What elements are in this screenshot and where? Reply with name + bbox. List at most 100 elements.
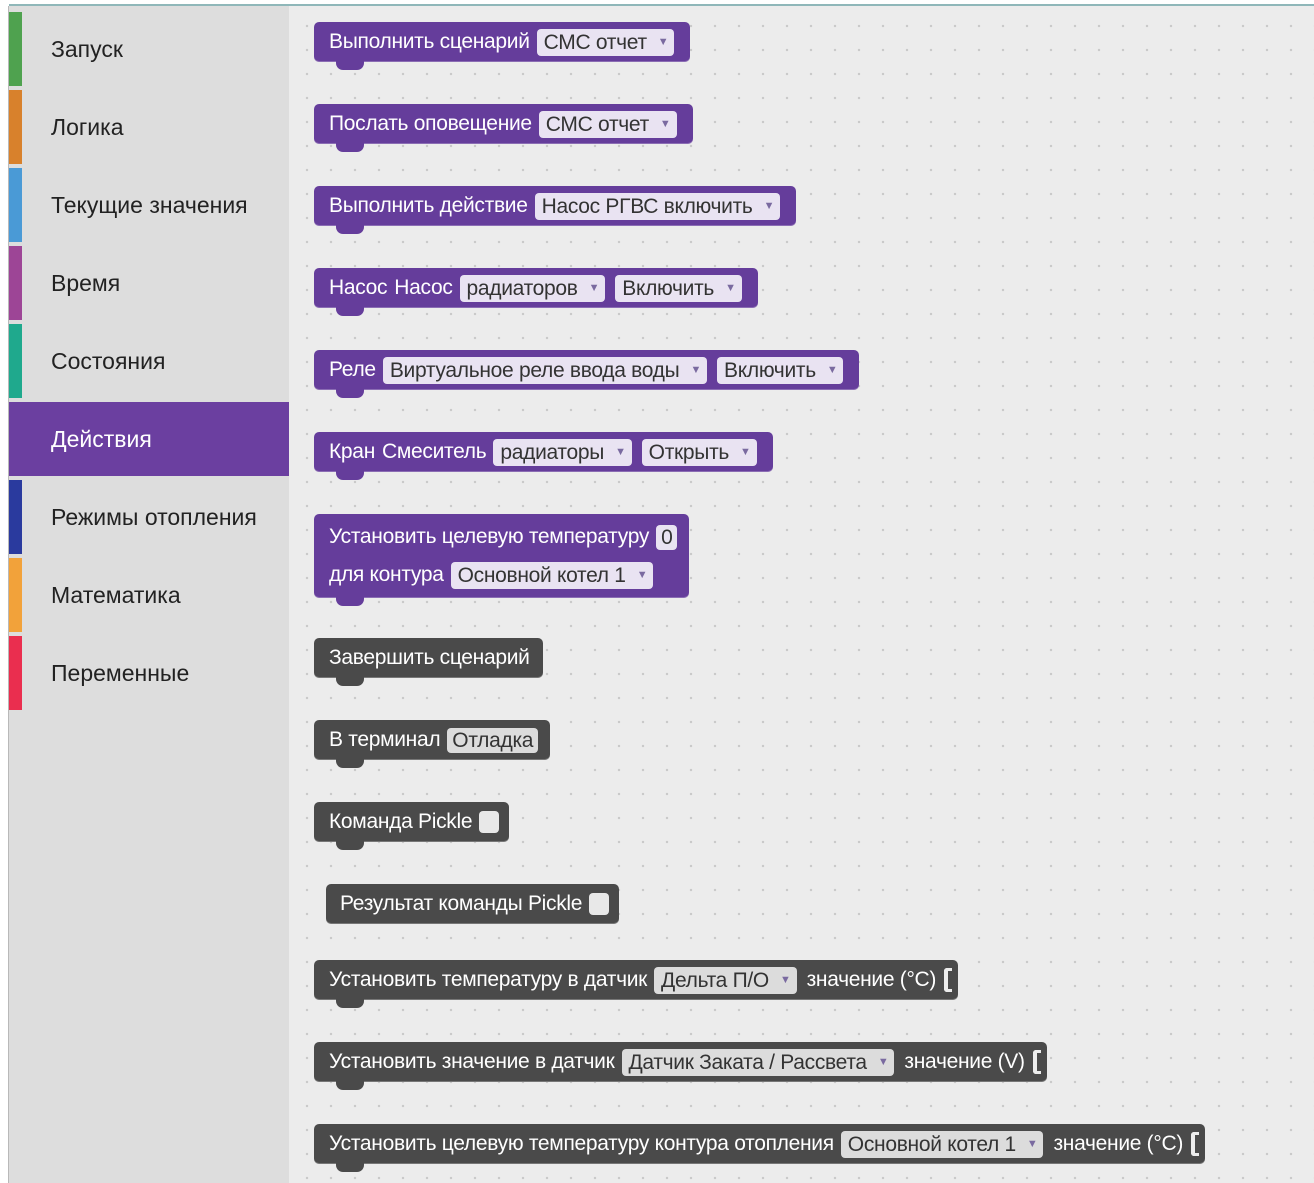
category-states[interactable]: Состояния <box>9 324 289 398</box>
chevron-down-icon: ▼ <box>779 973 791 986</box>
block-set-sensor-value[interactable]: Установить значение в датчик Датчик Зака… <box>314 1042 1047 1090</box>
blocks-flyout[interactable]: Выполнить сценарий СМС отчет ▼ Послать оп… <box>289 6 1314 1183</box>
circuit-dropdown[interactable]: Основной котел 1 ▼ <box>840 1130 1044 1158</box>
block-pickle-command[interactable]: Команда Pickle <box>314 802 510 850</box>
temperature-value-field[interactable]: 0 <box>656 524 678 550</box>
pump-state-dropdown[interactable]: Включить ▼ <box>615 274 742 302</box>
dropdown-value: Включить <box>622 276 715 300</box>
sensor-dropdown[interactable]: Датчик Заката / Рассвета ▼ <box>621 1048 895 1076</box>
block-label: Насос <box>329 276 388 299</box>
category-color-stripe <box>9 636 22 710</box>
valve-dropdown[interactable]: радиаторы ▼ <box>493 438 632 466</box>
block-set-target-temp[interactable]: Установить целевую температуру 0 для кон… <box>314 514 690 606</box>
block-label: Послать оповещение <box>329 112 532 135</box>
category-color-stripe <box>9 90 22 164</box>
block-label: для контура <box>329 563 444 586</box>
block-set-circuit-temp[interactable]: Установить целевую температуру контура о… <box>314 1124 1206 1172</box>
block-to-terminal[interactable]: В терминал Отладка <box>314 720 551 768</box>
block-connector <box>336 225 364 234</box>
relay-state-dropdown[interactable]: Включить ▼ <box>717 356 844 384</box>
terminal-text-field[interactable]: Отладка <box>447 727 539 753</box>
relay-dropdown[interactable]: Виртуальное реле ввода воды ▼ <box>382 356 708 384</box>
dropdown-value: Основной котел 1 <box>847 1132 1016 1156</box>
category-label: Действия <box>51 425 152 452</box>
block-label: Выполнить действие <box>329 194 528 217</box>
category-heating-modes[interactable]: Режимы отопления <box>9 480 289 554</box>
block-pump[interactable]: Насос Насос радиаторов ▼ Включить ▼ <box>314 268 758 316</box>
block-connector <box>336 389 364 398</box>
block-label: Насос <box>394 276 453 299</box>
circuit-dropdown[interactable]: Основной котел 1 ▼ <box>450 561 654 589</box>
value-input-socket[interactable] <box>1032 1050 1041 1074</box>
dropdown-value: СМС отчет <box>545 112 649 136</box>
chevron-down-icon: ▼ <box>615 445 626 458</box>
category-label: Время <box>51 269 121 296</box>
block-label: Завершить сценарий <box>329 646 530 669</box>
block-pickle-result[interactable]: Результат команды Pickle <box>326 884 620 924</box>
block-label: В терминал <box>329 728 441 751</box>
category-label: Логика <box>51 113 124 140</box>
category-color-stripe <box>9 246 22 320</box>
chevron-down-icon: ▼ <box>763 199 775 212</box>
category-actions[interactable]: Действия <box>9 402 289 476</box>
category-math[interactable]: Математика <box>9 558 289 632</box>
dropdown-value: Датчик Заката / Рассвета <box>628 1050 868 1074</box>
valve-state-dropdown[interactable]: Открыть ▼ <box>641 438 757 466</box>
block-connector <box>336 597 364 606</box>
category-label: Текущие значения <box>51 191 248 218</box>
dropdown-value: Включить <box>724 358 816 382</box>
block-label: Смеситель <box>382 440 487 463</box>
dropdown-value: Дельта П/О <box>661 968 769 992</box>
category-logic[interactable]: Логика <box>9 90 289 164</box>
category-current-values[interactable]: Текущие значения <box>9 168 289 242</box>
dropdown-value: радиаторы <box>500 440 605 464</box>
block-label: Результат команды Pickle <box>340 892 583 915</box>
category-label: Математика <box>51 581 181 608</box>
value-input-socket[interactable] <box>1191 1132 1200 1156</box>
category-color-stripe <box>9 558 22 632</box>
block-connector <box>336 471 364 480</box>
chevron-down-icon: ▼ <box>659 117 671 130</box>
block-valve[interactable]: Кран Смеситель радиаторы ▼ Открыть ▼ <box>314 432 773 480</box>
block-send-notification[interactable]: Послать оповещение СМС отчет ▼ <box>314 104 693 152</box>
block-label: Установить значение в датчик <box>329 1050 615 1073</box>
notification-dropdown[interactable]: СМС отчет ▼ <box>538 110 677 138</box>
block-relay[interactable]: Реле Виртуальное реле ввода воды ▼ Включи… <box>314 350 860 398</box>
value-input-socket[interactable] <box>944 968 953 992</box>
category-label: Режимы отопления <box>51 503 257 530</box>
chevron-down-icon: ▼ <box>636 568 648 581</box>
category-time[interactable]: Время <box>9 246 289 320</box>
block-label: Установить температуру в датчик <box>329 968 648 991</box>
category-launch[interactable]: Запуск <box>9 12 289 86</box>
pump-dropdown[interactable]: радиаторов ▼ <box>459 274 606 302</box>
category-color-stripe <box>9 168 22 242</box>
block-connector <box>336 1081 364 1090</box>
scenario-dropdown[interactable]: СМС отчет ▼ <box>536 28 675 56</box>
dropdown-value: Насос РГВС включить <box>541 194 753 218</box>
dropdown-value: Открыть <box>648 440 730 464</box>
action-dropdown[interactable]: Насос РГВС включить ▼ <box>534 192 781 220</box>
block-label: Кран <box>329 440 375 463</box>
category-label: Состояния <box>51 347 166 374</box>
chevron-down-icon: ▼ <box>1026 1137 1038 1150</box>
pickle-result-input-field[interactable] <box>589 893 610 915</box>
block-label: Установить целевую температуру <box>329 525 650 548</box>
category-label: Переменные <box>51 659 190 686</box>
dropdown-value: Виртуальное реле ввода воды <box>389 358 680 382</box>
block-label: Команда Pickle <box>329 810 473 833</box>
block-set-sensor-temp[interactable]: Установить температуру в датчик Дельта П… <box>314 960 959 1008</box>
block-connector <box>336 999 364 1008</box>
block-end-scenario[interactable]: Завершить сценарий <box>314 638 543 686</box>
pickle-input-field[interactable] <box>479 811 500 833</box>
sensor-dropdown[interactable]: Дельта П/О ▼ <box>654 966 797 994</box>
chevron-down-icon: ▼ <box>725 281 736 294</box>
block-do-action[interactable]: Выполнить действие Насос РГВС включить ▼ <box>314 186 797 234</box>
chevron-down-icon: ▼ <box>826 363 838 376</box>
block-connector <box>336 841 364 850</box>
block-connector <box>336 1163 364 1172</box>
category-color-stripe <box>9 12 22 86</box>
block-run-scenario[interactable]: Выполнить сценарий СМС отчет ▼ <box>314 22 691 70</box>
block-label: значение (V) <box>904 1050 1025 1073</box>
category-variables[interactable]: Переменные <box>9 636 289 710</box>
block-connector <box>336 143 364 152</box>
